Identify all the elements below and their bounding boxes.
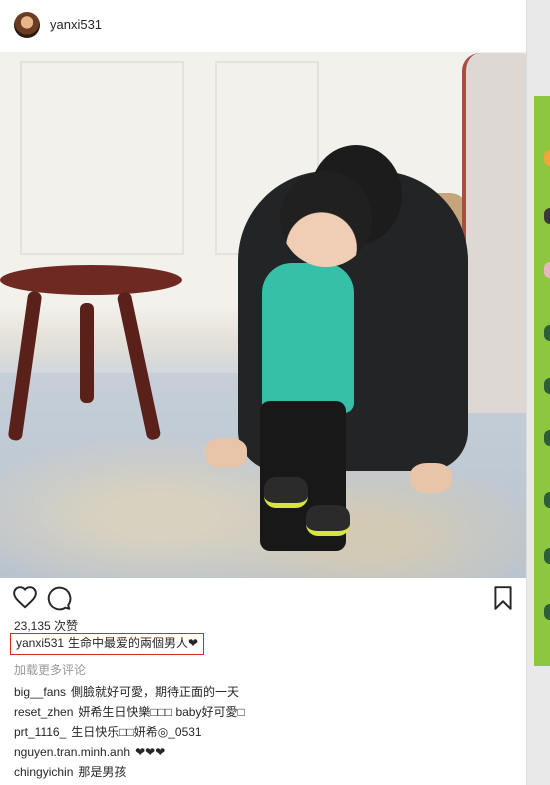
shoe (264, 477, 308, 508)
speech-bubble-icon[interactable] (46, 585, 72, 611)
avatar[interactable] (14, 12, 40, 38)
comment-text: 妍希生日快樂□□□ baby好可愛□ (78, 705, 245, 719)
comment-username[interactable]: big__fans (14, 685, 66, 699)
like-count[interactable]: 23,135 次赞 (14, 617, 78, 634)
comment-text: 那是男孩 (78, 765, 127, 779)
comment-username[interactable]: chingyichin (14, 765, 73, 779)
post-photo[interactable] (0, 53, 526, 578)
comment-item: nguyen.tran.minh.anh ❤❤❤ (14, 742, 519, 762)
armchair (462, 53, 526, 413)
side-dot (544, 604, 550, 620)
side-dot (544, 430, 550, 446)
side-dot (544, 262, 550, 278)
caption-text: 生命中最爱的兩個男人❤ (68, 636, 199, 650)
table-leg (80, 303, 94, 403)
comment-username[interactable]: prt_1116_ (14, 725, 66, 739)
action-bar (0, 585, 526, 615)
comment-item: prt_1116_ 生日快乐□□妍希◎_0531 (14, 722, 519, 742)
comment-text: 側臉就好可愛，期待正面的一天 (71, 685, 240, 699)
post-card: yanxi531 23,135 次赞 yanxi531 生命中最爱的兩個男人❤ … (0, 0, 527, 785)
bookmark-icon[interactable] (490, 585, 516, 611)
comment-item: big__fans 側臉就好可愛，期待正面的一天 (14, 682, 519, 702)
comment-item: chingyichin 那是男孩 (14, 762, 519, 782)
side-dot (544, 378, 550, 394)
comment-username[interactable]: reset_zhen (14, 705, 73, 719)
shoe (306, 505, 350, 536)
hand (410, 463, 452, 493)
heart-outline-icon[interactable] (12, 585, 38, 611)
caption-highlight: yanxi531 生命中最爱的兩個男人❤ (10, 633, 205, 655)
side-table (0, 265, 182, 295)
side-dot (544, 548, 550, 564)
wall-panel (20, 61, 184, 255)
side-dot (544, 492, 550, 508)
load-more-comments-link[interactable]: 加载更多评论 (14, 661, 86, 678)
boy-shirt (262, 263, 354, 413)
post-username[interactable]: yanxi531 (50, 17, 102, 32)
caption-username[interactable]: yanxi531 (16, 636, 64, 650)
boy-head (280, 171, 372, 267)
comment-item: reset_zhen 妍希生日快樂□□□ baby好可愛□ (14, 702, 519, 722)
side-dot (544, 208, 550, 224)
side-dot (544, 325, 550, 341)
comment-username[interactable]: nguyen.tran.minh.anh (14, 745, 130, 759)
comment-text: ❤❤❤ (135, 745, 166, 759)
post-header: yanxi531 (0, 0, 526, 53)
comment-text: 生日快乐□□妍希◎_0531 (71, 725, 202, 739)
side-dot (544, 150, 550, 166)
hand (205, 438, 247, 468)
comment-list: big__fans 側臉就好可愛，期待正面的一天 reset_zhen 妍希生日快樂… (14, 682, 519, 782)
